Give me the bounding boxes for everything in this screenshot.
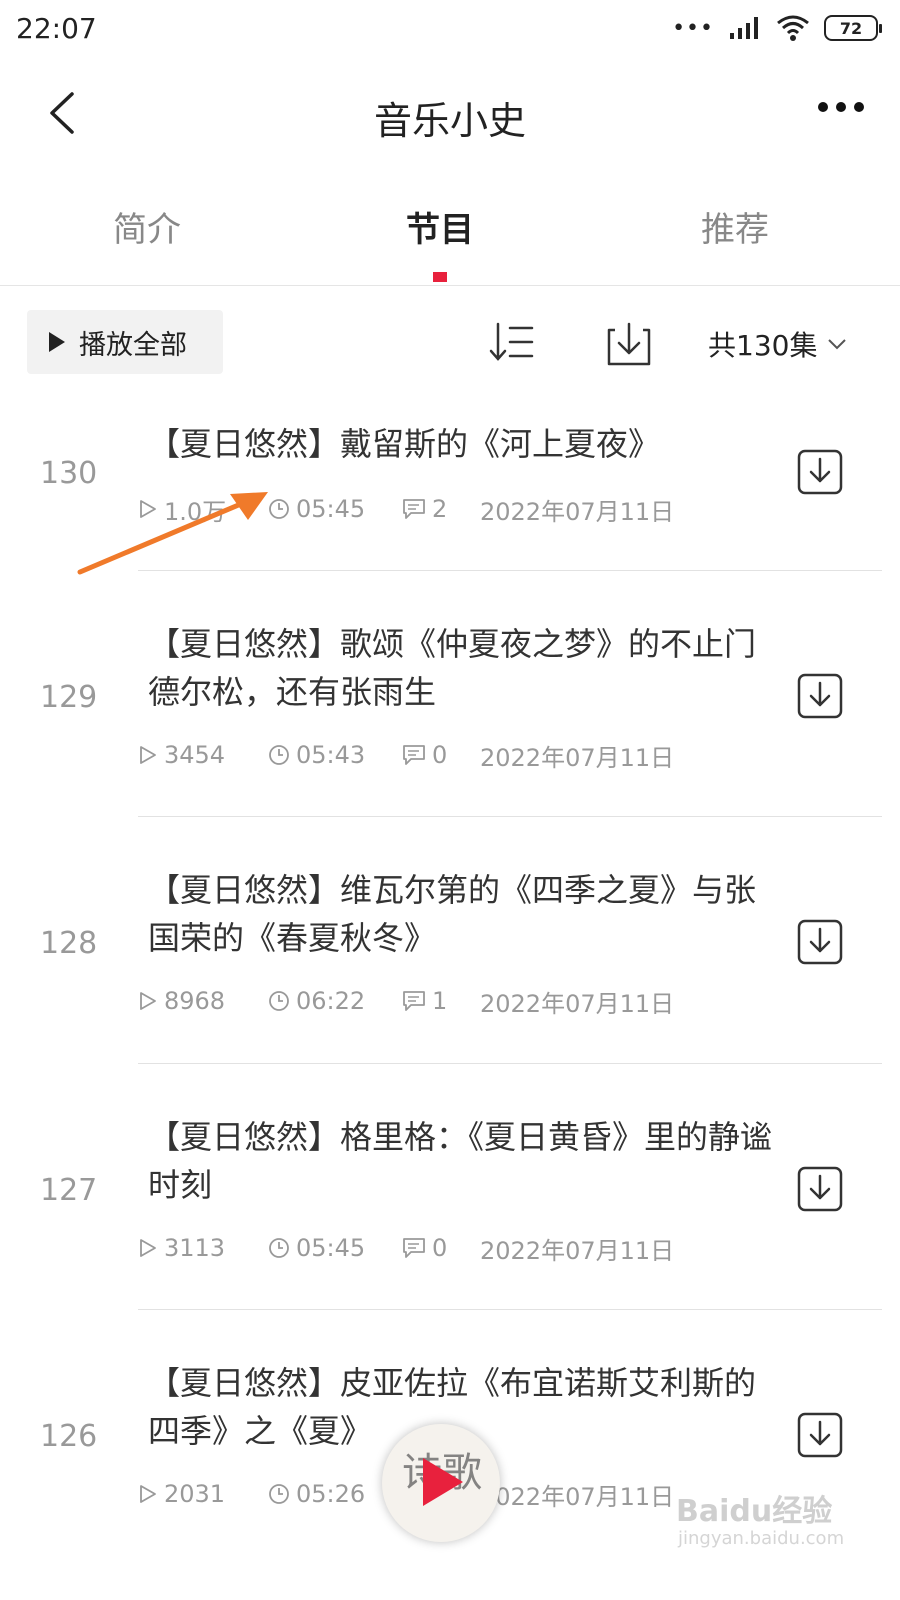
signal-icon [730, 17, 758, 39]
battery-icon: 72 [824, 15, 882, 41]
watermark-logo: Baidu经验 [676, 1494, 833, 1529]
episode-count-select[interactable]: 共130集 [708, 324, 847, 364]
episode-number: 126 [40, 1419, 98, 1454]
episode-number: 130 [40, 456, 98, 491]
chevron-down-icon [828, 339, 847, 350]
tab-bar: 简介 节目 推荐 [0, 180, 900, 286]
episode-meta: 3454 05:43 0 2022年07月11日 [138, 738, 674, 772]
download-icon[interactable] [796, 918, 844, 966]
play-count: 2031 [164, 1480, 226, 1508]
comment-count: 1 [432, 987, 448, 1015]
comment-count: 0 [432, 1234, 448, 1262]
clock-icon [269, 499, 289, 519]
download-icon[interactable] [796, 1165, 844, 1213]
status-time: 22:07 [16, 12, 97, 45]
duration: 05:45 [296, 495, 366, 523]
play-count-icon [140, 992, 156, 1010]
play-count: 3113 [164, 1234, 226, 1262]
publish-date: 2022年07月11日 [480, 989, 675, 1018]
publish-date: 2022年07月11日 [480, 743, 675, 772]
more-dots-icon: ••• [672, 15, 714, 41]
episode-number: 127 [40, 1173, 98, 1208]
mini-player[interactable]: 诗歌 [382, 1424, 500, 1542]
list-item[interactable]: 130 【夏日悠然】戴留斯的《河上夏夜》 1.0万 05:45 2 2022年0… [0, 400, 900, 571]
status-bar: 22:07 ••• 72 [0, 0, 900, 60]
clock-icon [269, 1238, 289, 1258]
episode-title[interactable]: 【夏日悠然】歌颂《仲夏夜之梦》的不止门德尔松，还有张雨生 [148, 620, 778, 716]
tab-active-indicator [433, 272, 447, 282]
episode-title[interactable]: 【夏日悠然】维瓦尔第的《四季之夏》与张国荣的《春夏秋冬》 [148, 866, 778, 962]
comment-icon [403, 745, 425, 765]
page-title: 音乐小史 [373, 99, 526, 143]
clock-icon [269, 745, 289, 765]
download-icon[interactable] [796, 448, 844, 496]
duration: 05:45 [296, 1234, 366, 1262]
comment-count: 0 [432, 741, 448, 769]
duration: 06:22 [296, 987, 366, 1015]
episode-count-label: 共130集 [708, 329, 818, 362]
play-count-icon [140, 1239, 156, 1257]
comment-icon [403, 991, 425, 1011]
nav-header: 音乐小史 [0, 70, 900, 160]
clock-icon [269, 1484, 289, 1504]
publish-date: 2022年07月11日 [480, 1236, 675, 1265]
episode-list: 130 【夏日悠然】戴留斯的《河上夏夜》 1.0万 05:45 2 2022年0… [0, 400, 900, 1555]
episode-number: 129 [40, 680, 98, 715]
list-item[interactable]: 128 【夏日悠然】维瓦尔第的《四季之夏》与张国荣的《春夏秋冬》 8968 06… [0, 816, 900, 1064]
publish-date: 2022年07月11日 [480, 1482, 675, 1511]
wifi-icon [777, 15, 809, 41]
more-dots-icon[interactable] [818, 102, 864, 112]
comment-icon [403, 1238, 425, 1258]
download-icon[interactable] [796, 672, 844, 720]
download-icon[interactable] [605, 320, 653, 368]
play-icon[interactable] [423, 1458, 463, 1506]
play-count-icon [140, 500, 156, 518]
status-icons: ••• 72 [672, 14, 882, 42]
clock-icon [269, 991, 289, 1011]
watermark-url: jingyan.baidu.com [678, 1528, 845, 1549]
battery-level: 72 [839, 18, 863, 38]
episode-number: 128 [40, 926, 98, 961]
episode-title[interactable]: 【夏日悠然】戴留斯的《河上夏夜》 [148, 420, 778, 468]
publish-date: 2022年07月11日 [480, 497, 675, 526]
episode-meta: 8968 06:22 1 2022年07月11日 [138, 984, 674, 1018]
sort-icon[interactable] [488, 318, 536, 366]
tab-recommend[interactable]: 推荐 [635, 202, 835, 251]
list-item[interactable]: 127 【夏日悠然】格里格：《夏日黄昏》里的静谧时刻 3113 05:45 0 … [0, 1063, 900, 1310]
play-count-icon [140, 746, 156, 764]
play-icon [49, 332, 65, 352]
episode-title[interactable]: 【夏日悠然】格里格：《夏日黄昏》里的静谧时刻 [148, 1113, 778, 1209]
duration: 05:26 [296, 1480, 366, 1508]
play-count: 1.0万 [164, 497, 227, 526]
play-count: 8968 [164, 987, 226, 1015]
play-count: 3454 [164, 741, 226, 769]
episode-meta: 3113 05:45 0 2022年07月11日 [138, 1231, 674, 1265]
duration: 05:43 [296, 741, 366, 769]
download-icon[interactable] [796, 1411, 844, 1459]
comment-icon [403, 499, 425, 519]
play-all-label: 播放全部 [79, 329, 187, 361]
episode-meta: 1.0万 05:45 2 2022年07月11日 [138, 492, 674, 526]
tab-intro[interactable]: 简介 [47, 202, 247, 251]
play-all-button[interactable]: 播放全部 [27, 310, 223, 374]
comment-count: 2 [432, 495, 448, 523]
tab-programs[interactable]: 节目 [340, 202, 540, 251]
list-toolbar: 播放全部 共130集 [0, 310, 900, 374]
play-count-icon [140, 1485, 156, 1503]
list-item[interactable]: 129 【夏日悠然】歌颂《仲夏夜之梦》的不止门德尔松，还有张雨生 3454 05… [0, 570, 900, 817]
